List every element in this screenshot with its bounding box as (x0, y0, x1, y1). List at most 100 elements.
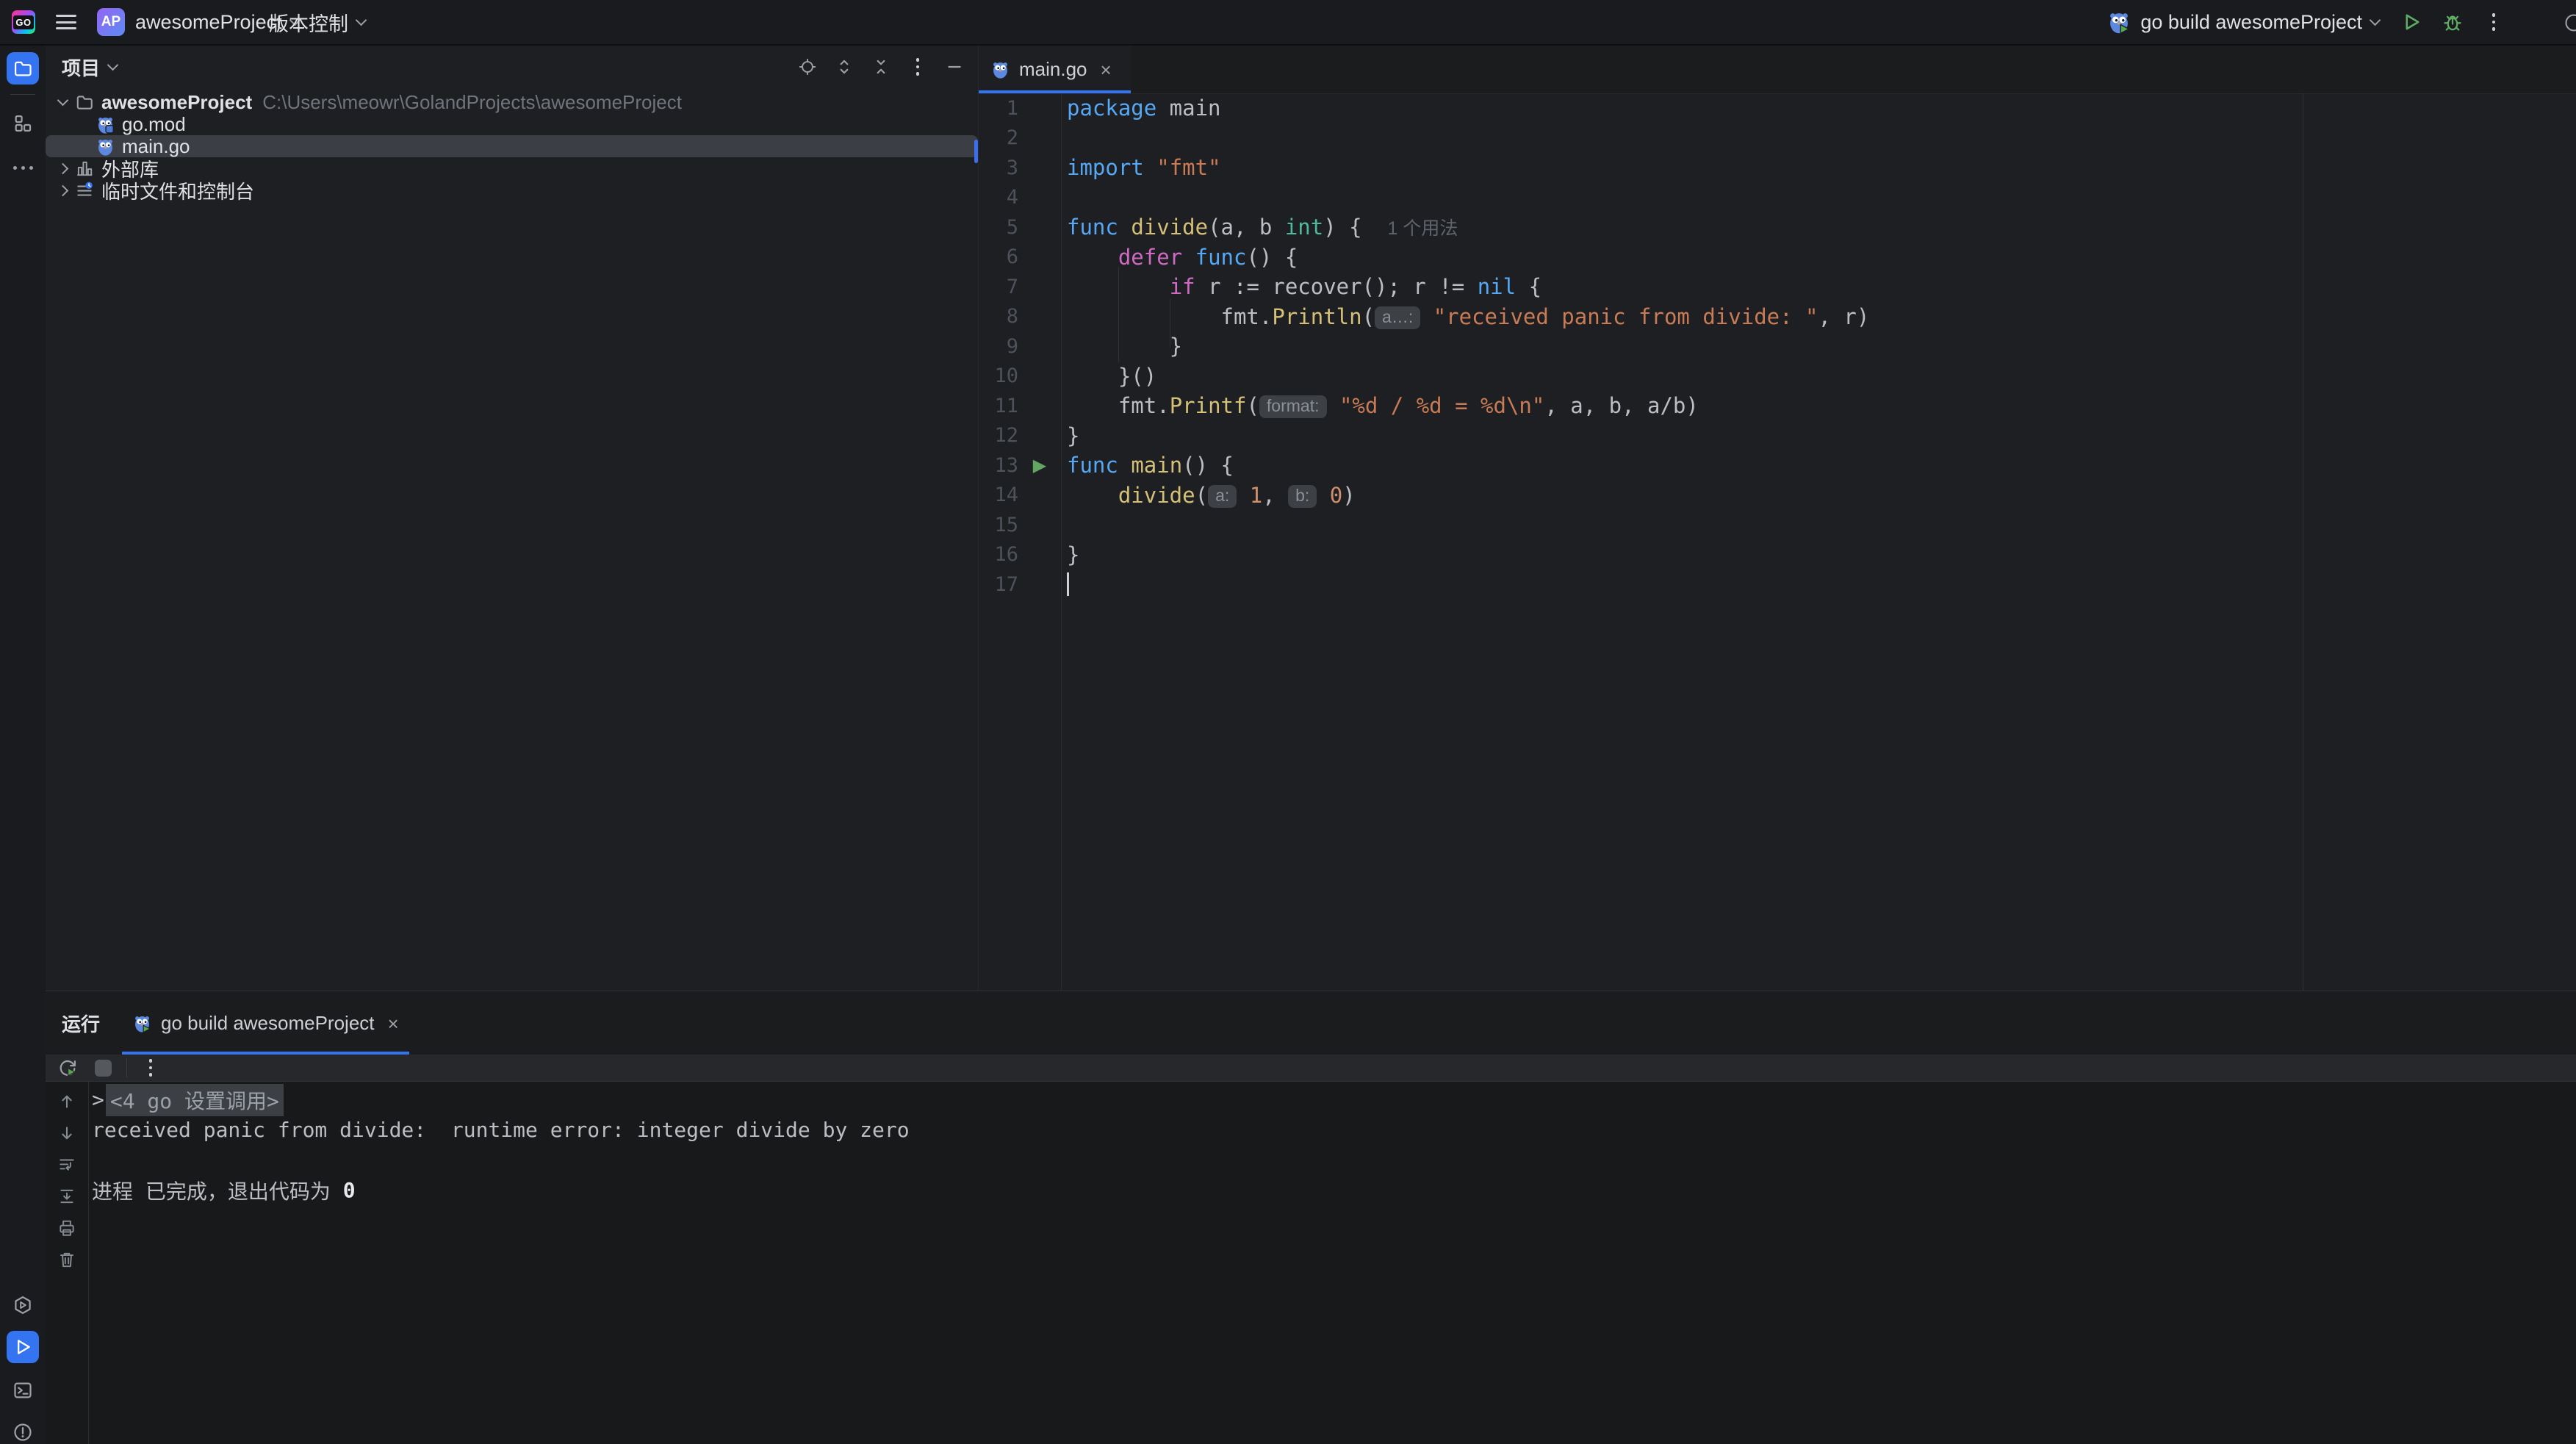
stop-button[interactable] (91, 1056, 115, 1080)
line-number: 11 (979, 395, 1018, 417)
project-tool-window-button[interactable] (7, 52, 39, 85)
gomod-file-icon (94, 113, 116, 135)
printer-icon (57, 1218, 76, 1238)
locate-icon (798, 57, 817, 76)
problems-tool-window-button[interactable] (7, 1416, 39, 1444)
run-tool-window-button[interactable] (7, 1331, 39, 1363)
code-line[interactable]: 10 }() (979, 362, 2576, 392)
project-badge[interactable]: AP (97, 8, 125, 36)
play-icon (2400, 11, 2422, 33)
code-line[interactable]: 5func divide(a, b int) { 1 个用法 (979, 212, 2576, 243)
terminal-tool-window-button[interactable] (7, 1374, 39, 1407)
code-line[interactable]: 11 fmt.Printf(format: "%d / %d = %d\n", … (979, 391, 2576, 421)
fold-arrow-icon[interactable]: > (92, 1088, 104, 1112)
gutter-run-column: ▶ (1018, 455, 1061, 476)
line-number: 15 (979, 514, 1018, 536)
topbar-right-spacer (2510, 0, 2576, 44)
code-line[interactable]: 14 divide(a: 1, b: 0) (979, 481, 2576, 511)
run-configuration-selector[interactable]: go build awesomeProject (2107, 0, 2379, 44)
editor-tab-maingo[interactable]: main.go × (979, 46, 1131, 93)
next-occurrence-button[interactable] (56, 1122, 78, 1144)
folder-icon (73, 91, 96, 113)
run-tab[interactable]: go build awesomeProject × (122, 992, 409, 1055)
tree-label: awesomeProject (101, 91, 252, 114)
run-button[interactable] (2395, 6, 2428, 38)
expand-all-button[interactable] (831, 54, 857, 80)
minimize-icon (945, 57, 964, 76)
print-button[interactable] (56, 1217, 78, 1239)
problems-icon (12, 1422, 33, 1443)
code-text: } (1061, 423, 1079, 448)
run-main-gutter-icon[interactable]: ▶ (1033, 455, 1046, 476)
folder-icon (12, 58, 33, 79)
more-tool-windows-button[interactable] (7, 151, 39, 184)
code-line[interactable]: 2 (979, 123, 2576, 154)
line-number: 14 (979, 484, 1018, 506)
code-line[interactable]: 3import "fmt" (979, 153, 2576, 183)
scroll-to-end-icon (57, 1187, 76, 1206)
soft-wrap-button[interactable] (56, 1154, 78, 1176)
code-lines: 1package main23import "fmt"45func divide… (979, 93, 2576, 600)
code-line[interactable]: 9 } (979, 331, 2576, 362)
tree-row-gomod[interactable]: go.mod (46, 113, 978, 135)
tree-label: go.mod (122, 113, 186, 136)
code-line[interactable]: 8 fmt.Println(a…: "received panic from d… (979, 302, 2576, 332)
clipped-profile-icon[interactable] (2558, 12, 2576, 33)
console-options-button[interactable] (139, 1056, 162, 1080)
run-panel-title: 运行 (62, 1010, 100, 1037)
code-line[interactable]: 16} (979, 540, 2576, 570)
console-gutter (46, 1082, 89, 1444)
library-icon (73, 157, 96, 179)
code-editor[interactable]: 1package main23import "fmt"45func divide… (979, 93, 2576, 991)
clear-console-button[interactable] (56, 1249, 78, 1271)
code-text: package main (1061, 96, 1221, 121)
collapse-all-button[interactable] (868, 54, 894, 80)
prev-occurrence-button[interactable] (56, 1091, 78, 1113)
inlay-hint-chip: b: (1288, 485, 1317, 508)
code-text: } (1061, 542, 1079, 567)
project-panel-title[interactable]: 项目 (62, 54, 117, 81)
collapse-all-icon (871, 57, 891, 76)
selected-file-scroll-marker (974, 140, 978, 163)
code-line[interactable]: 15 (979, 510, 2576, 540)
structure-tool-window-button[interactable] (7, 107, 39, 140)
code-line[interactable]: 13▶func main() { (979, 450, 2576, 481)
code-line[interactable]: 4 (979, 183, 2576, 213)
close-tab-icon[interactable]: × (388, 1014, 399, 1033)
code-text: }() (1061, 364, 1156, 389)
line-number: 7 (979, 276, 1018, 298)
goland-logo-icon: GO (12, 10, 35, 34)
code-line[interactable]: 7 if r := recover(); r != nil { (979, 272, 2576, 302)
code-text: fmt.Println(a…: "received panic from div… (1061, 304, 1869, 329)
rerun-button[interactable] (56, 1056, 79, 1080)
tree-row-external-libraries[interactable]: 外部库 (46, 157, 978, 179)
tree-row-scratches[interactable]: 临时文件和控制台 (46, 179, 978, 201)
code-line[interactable]: 12} (979, 421, 2576, 451)
expand-all-icon (835, 57, 854, 76)
more-actions-button[interactable] (2478, 6, 2510, 38)
services-tool-window-button[interactable] (7, 1289, 39, 1321)
code-line[interactable]: 17 (979, 570, 2576, 600)
code-text: } (1061, 334, 1182, 359)
code-line[interactable]: 1package main (979, 93, 2576, 123)
tree-row-project-root[interactable]: awesomeProject C:\Users\meowr\GolandProj… (46, 91, 978, 113)
chevron-right-icon (57, 184, 68, 196)
stop-icon (95, 1060, 112, 1077)
locate-file-button[interactable] (794, 54, 821, 80)
code-line[interactable]: 6 defer func() { (979, 243, 2576, 273)
close-tab-icon[interactable]: × (1101, 60, 1112, 79)
ellipsis-horizontal-icon (13, 166, 33, 170)
tree-row-maingo[interactable]: main.go (46, 135, 978, 157)
services-icon (12, 1295, 33, 1315)
console-output[interactable]: ><4 go 设置调用> received panic from divide:… (89, 1085, 2576, 1205)
main-menu-button[interactable] (56, 15, 76, 29)
rerun-icon (57, 1057, 78, 1078)
soft-wrap-icon (57, 1155, 76, 1174)
debug-button[interactable] (2436, 6, 2469, 38)
panel-options-button[interactable] (904, 54, 931, 80)
scroll-to-end-button[interactable] (56, 1185, 78, 1207)
hide-panel-button[interactable] (941, 54, 968, 80)
chevron-down-icon (356, 14, 367, 26)
vcs-menu[interactable]: 版本控制 (269, 0, 365, 44)
folded-setup-calls[interactable]: <4 go 设置调用> (106, 1084, 284, 1116)
